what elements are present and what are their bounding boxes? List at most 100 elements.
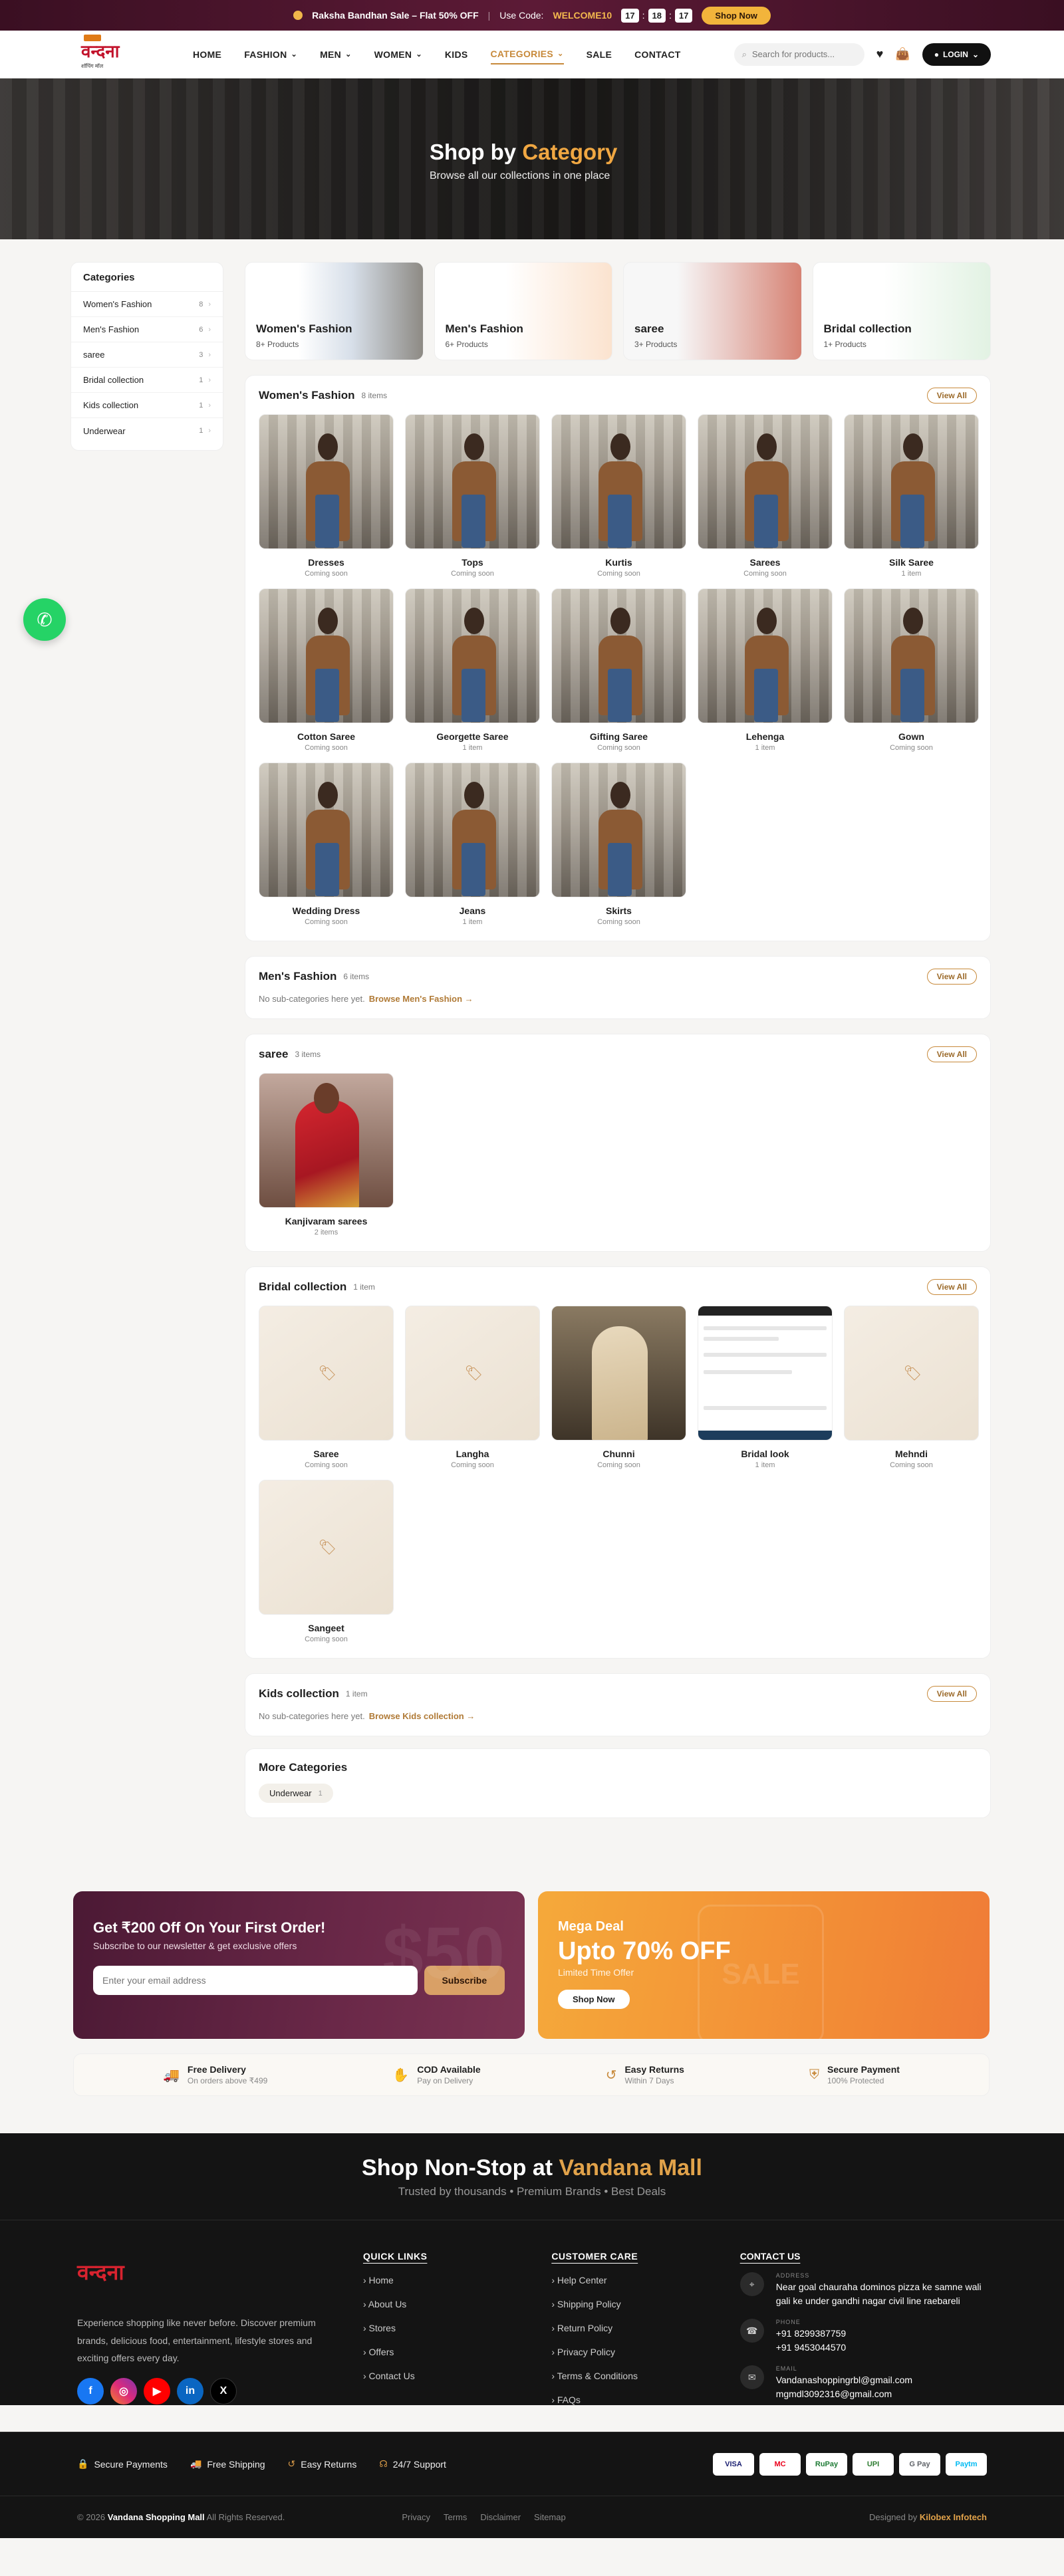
nav-men[interactable]: MEN ⌄ (320, 45, 352, 64)
sidebar-item-womens-fashion[interactable]: Women's Fashion 8 › (71, 292, 223, 317)
site-logo[interactable]: वन्दना शॉपिंग मॉल (78, 34, 145, 74)
subcategory-card[interactable]: Gifting Saree Coming soon (551, 588, 686, 752)
nav-kids[interactable]: KIDS (445, 45, 468, 64)
view-all-button[interactable]: View All (926, 388, 977, 404)
chip-label: Underwear (269, 1788, 312, 1798)
subcategory-card[interactable]: Gown Coming soon (844, 588, 979, 752)
view-all-button[interactable]: View All (926, 969, 977, 985)
linkedin-icon[interactable]: in (177, 2377, 203, 2404)
browse-mens-link[interactable]: Browse Men's Fashion → (369, 994, 473, 1004)
shop-now-button[interactable]: Shop Now (702, 6, 771, 25)
whatsapp-chat-button[interactable]: ✆ (23, 598, 66, 641)
footer-link-terms[interactable]: › Terms & Conditions (551, 2371, 739, 2381)
login-button[interactable]: ● LOGIN ⌄ (922, 43, 991, 66)
tile-saree[interactable]: saree 3+ Products (623, 262, 802, 360)
hero-subtitle: Browse all our collections in one place (430, 170, 610, 181)
section-womens-fashion: Women's Fashion 8 items View All Dresses… (245, 375, 991, 941)
subcategory-card[interactable]: 🏷 Langha Coming soon (405, 1306, 540, 1469)
subcategory-status: 1 item (462, 744, 483, 752)
hero-title: Shop by Category (430, 140, 617, 165)
nav-women[interactable]: WOMEN ⌄ (374, 45, 422, 64)
nav-sale[interactable]: SALE (587, 45, 612, 64)
subcategory-card[interactable]: 🏷 Sangeet Coming soon (259, 1480, 394, 1643)
subcategory-card[interactable]: Bridal look 1 item (698, 1306, 833, 1469)
phone-number[interactable]: +91 8299387759 (776, 2327, 847, 2341)
subcategory-card[interactable]: 🏷 Saree Coming soon (259, 1306, 394, 1469)
tile-bridal-collection[interactable]: Bridal collection 1+ Products (812, 262, 991, 360)
sidebar-title: Categories (71, 272, 223, 292)
nav-kids-label: KIDS (444, 49, 468, 60)
subcategory-status: Coming soon (451, 1461, 494, 1469)
footer-link-shipping[interactable]: › Shipping Policy (551, 2299, 739, 2309)
footer-link-faqs[interactable]: › FAQs (551, 2395, 739, 2405)
footer-link-stores[interactable]: › Stores (363, 2323, 551, 2333)
link-label: About Us (368, 2299, 407, 2309)
footer-link-about[interactable]: › About Us (363, 2299, 551, 2309)
terms-link[interactable]: Terms (444, 2512, 467, 2522)
youtube-icon[interactable]: ▶ (144, 2377, 170, 2404)
privacy-link[interactable]: Privacy (402, 2512, 430, 2522)
sitemap-link[interactable]: Sitemap (534, 2512, 566, 2522)
footer-link-home[interactable]: › Home (363, 2275, 551, 2285)
email-address[interactable]: Vandanashoppingrbl@gmail.com (776, 2373, 912, 2387)
subcategory-card[interactable]: Kanjivaram sarees 2 items (259, 1073, 394, 1236)
subcategory-card[interactable]: Lehenga 1 item (698, 588, 833, 752)
sale-dot-icon (293, 11, 303, 20)
footer-link-contact[interactable]: › Contact Us (363, 2371, 551, 2381)
facebook-icon[interactable]: f (77, 2377, 104, 2404)
view-all-button[interactable]: View All (926, 1279, 977, 1295)
category-chip-underwear[interactable]: Underwear 1 (259, 1784, 333, 1803)
newsletter-email-input[interactable] (93, 1966, 418, 1995)
nav-categories[interactable]: CATEGORIES ⌄ (490, 45, 564, 64)
subcategory-card[interactable]: Dresses Coming soon (259, 414, 394, 578)
disclaimer-link[interactable]: Disclaimer (480, 2512, 521, 2522)
view-all-button[interactable]: View All (926, 1686, 977, 1702)
nav-contact[interactable]: CONTACT (634, 45, 681, 64)
hand-cash-icon: ✋ (392, 2067, 410, 2083)
sidebar-item-underwear[interactable]: Underwear 1 › (71, 418, 223, 443)
x-twitter-icon[interactable]: X (210, 2377, 237, 2404)
subcategory-card[interactable]: Skirts Coming soon (551, 762, 686, 926)
subcategory-name: Tops (462, 557, 483, 568)
search-input[interactable] (751, 49, 845, 59)
phone-number[interactable]: +91 9453044570 (776, 2341, 847, 2355)
tile-mens-fashion[interactable]: Men's Fashion 6+ Products (434, 262, 612, 360)
subcategory-name: Saree (313, 1449, 339, 1459)
view-all-button[interactable]: View All (926, 1046, 977, 1062)
sidebar-item-mens-fashion[interactable]: Men's Fashion 6 › (71, 317, 223, 342)
mega-deal-shop-now-button[interactable]: Shop Now (558, 1990, 630, 2009)
subcategory-card[interactable]: Silk Saree 1 item (844, 414, 979, 578)
section-mens-fashion: Men's Fashion 6 items View All No sub-ca… (245, 956, 991, 1019)
email-address[interactable]: mgmdl3092316@gmail.com (776, 2387, 912, 2401)
footer-quick-links: QUICK LINKS › Home › About Us › Stores ›… (363, 2251, 551, 2405)
footer-link-privacy[interactable]: › Privacy Policy (551, 2347, 739, 2357)
subcategory-name: Jeans (459, 905, 486, 916)
footer-link-help[interactable]: › Help Center (551, 2275, 739, 2285)
subcategory-card[interactable]: Kurtis Coming soon (551, 414, 686, 578)
sidebar-item-bridal-collection[interactable]: Bridal collection 1 › (71, 368, 223, 393)
sidebar-item-saree[interactable]: saree 3 › (71, 342, 223, 368)
customer-care-title: CUSTOMER CARE (551, 2251, 638, 2262)
designer-link[interactable]: Kilobex Infotech (920, 2512, 987, 2522)
subcategory-card[interactable]: Tops Coming soon (405, 414, 540, 578)
subcategory-card[interactable]: Chunni Coming soon (551, 1306, 686, 1469)
subcategory-card[interactable]: Jeans 1 item (405, 762, 540, 926)
footer-logo[interactable]: वन्दना (77, 2258, 363, 2286)
subcategory-card[interactable]: Sarees Coming soon (698, 414, 833, 578)
nav-fashion[interactable]: FASHION ⌄ (244, 45, 297, 64)
browse-kids-link[interactable]: Browse Kids collection → (369, 1711, 475, 1721)
footer-link-return[interactable]: › Return Policy (551, 2323, 739, 2333)
subcategory-image (844, 588, 979, 723)
nav-home[interactable]: HOME (193, 45, 221, 64)
footer-link-offers[interactable]: › Offers (363, 2347, 551, 2357)
instagram-icon[interactable]: ◎ (110, 2377, 137, 2404)
subcategory-card[interactable]: Georgette Saree 1 item (405, 588, 540, 752)
chunni-figure (592, 1326, 648, 1440)
subcategory-card[interactable]: Wedding Dress Coming soon (259, 762, 394, 926)
cart-bag-icon[interactable]: 👜 (895, 47, 910, 61)
subcategory-card[interactable]: 🏷 Mehndi Coming soon (844, 1306, 979, 1469)
subcategory-card[interactable]: Cotton Saree Coming soon (259, 588, 394, 752)
sidebar-item-kids-collection[interactable]: Kids collection 1 › (71, 393, 223, 418)
tile-womens-fashion[interactable]: Women's Fashion 8+ Products (245, 262, 424, 360)
wishlist-heart-icon[interactable]: ♥ (876, 47, 884, 61)
